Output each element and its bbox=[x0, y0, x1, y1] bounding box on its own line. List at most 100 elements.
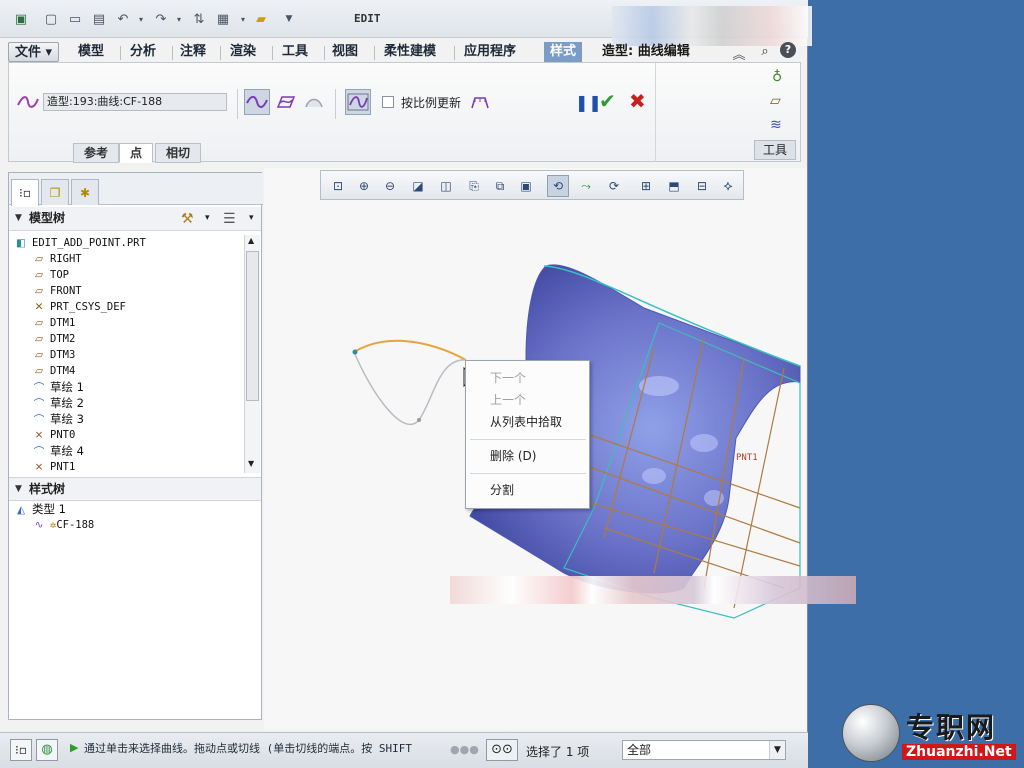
tree-item[interactable]: ⌒ 草绘 4 bbox=[31, 443, 84, 459]
style-tree-type[interactable]: ◭ 类型 1 bbox=[13, 501, 66, 517]
orient-mode-icon[interactable]: ⟳ bbox=[603, 175, 625, 197]
model-tree-header[interactable]: ▼ 模型树 ⚒ ▾ ☰ ▾ bbox=[9, 207, 261, 231]
collapse-triangle-icon[interactable]: ▼ bbox=[15, 207, 22, 230]
curvature-button[interactable] bbox=[467, 89, 493, 115]
folder-browser-tab-icon[interactable]: ❐ bbox=[41, 179, 69, 205]
analysis-tool-icon[interactable]: ♁ bbox=[772, 69, 782, 85]
original-curve-segment[interactable] bbox=[353, 351, 467, 426]
surface-tool-icon[interactable]: ≋ bbox=[770, 117, 782, 133]
collapse-triangle-icon[interactable]: ▼ bbox=[15, 478, 22, 501]
pause-icon[interactable]: ❚❚ bbox=[575, 93, 602, 112]
tree-item[interactable]: ▱ TOP bbox=[31, 267, 69, 283]
free-curve-button[interactable] bbox=[244, 89, 270, 115]
view-manager-icon[interactable]: ⧉ bbox=[489, 175, 511, 197]
tab-style-curve-edit[interactable]: 造型: 曲线编辑 bbox=[596, 42, 696, 62]
customize-toolbar-icon[interactable]: ▼ bbox=[280, 10, 298, 28]
regenerate-icon[interactable]: ⇅ bbox=[190, 10, 208, 28]
menu-item-pick-from-list[interactable]: 从列表中拾取 bbox=[490, 413, 562, 431]
tools-label[interactable]: 工具 bbox=[754, 140, 796, 160]
tab-annotate[interactable]: 注释 bbox=[174, 42, 212, 62]
confirm-check-icon[interactable]: ✔ bbox=[599, 89, 616, 113]
selection-filter-dropdown[interactable]: 全部 ▼ bbox=[622, 740, 786, 760]
curve-control-point[interactable] bbox=[352, 349, 358, 355]
tree-settings-dropdown-icon[interactable]: ▾ bbox=[205, 207, 210, 230]
refit-icon[interactable]: ⊡ bbox=[327, 175, 349, 197]
menu-item-delete[interactable]: 删除 (D) bbox=[490, 447, 536, 465]
undo-icon[interactable]: ↶ bbox=[114, 10, 132, 28]
cancel-x-icon[interactable]: ✖ bbox=[629, 89, 646, 113]
repaint-icon[interactable]: ◪ bbox=[407, 175, 429, 197]
saved-views-icon[interactable]: ⎘ bbox=[463, 175, 485, 197]
tab-view[interactable]: 视图 bbox=[326, 42, 364, 62]
show-navigator-icon[interactable]: ⁝▫ bbox=[10, 739, 32, 761]
save-icon[interactable]: ▤ bbox=[90, 10, 108, 28]
model-tree-scrollbar[interactable]: ▲ ▼ bbox=[244, 235, 260, 473]
edited-curve-segment[interactable] bbox=[353, 339, 467, 361]
open-folder-icon[interactable]: ▭ bbox=[66, 10, 84, 28]
tab-file[interactable]: 文件 ▾ bbox=[8, 42, 60, 62]
tab-tools[interactable]: 工具 bbox=[276, 42, 314, 62]
chevron-down-icon[interactable]: ▼ bbox=[769, 741, 785, 759]
display-style-icon[interactable]: ◫ bbox=[435, 175, 457, 197]
menu-item-next[interactable]: 下一个 bbox=[490, 369, 526, 387]
minimize-ribbon-icon[interactable]: ︽ bbox=[730, 44, 748, 63]
tree-settings-icon[interactable]: ⚒ bbox=[181, 208, 194, 231]
control-point-button[interactable] bbox=[345, 89, 371, 115]
subtab-points[interactable]: 点 bbox=[119, 143, 154, 163]
scroll-down-icon[interactable]: ▼ bbox=[248, 459, 254, 468]
perspective-icon[interactable]: ▣ bbox=[515, 175, 537, 197]
windows-icon[interactable]: ▦ bbox=[214, 10, 232, 28]
tree-columns-dropdown-icon[interactable]: ▾ bbox=[249, 207, 254, 230]
tab-flexible-modeling[interactable]: 柔性建模 bbox=[378, 42, 442, 62]
zoom-out-icon[interactable]: ⊖ bbox=[379, 175, 401, 197]
cos-curve-button[interactable] bbox=[301, 89, 327, 115]
new-file-icon[interactable]: ▢ bbox=[42, 10, 60, 28]
curve-control-point[interactable] bbox=[417, 418, 421, 422]
redo-icon[interactable]: ↷ bbox=[152, 10, 170, 28]
tree-item[interactable]: ▱ DTM4 bbox=[31, 363, 75, 379]
favorites-tab-icon[interactable]: ✱ bbox=[71, 179, 99, 205]
tab-model[interactable]: 模型 bbox=[72, 42, 110, 62]
search-icon[interactable]: ⌕ bbox=[756, 42, 774, 60]
tree-item[interactable]: × PNT0 bbox=[31, 427, 76, 443]
show-browser-icon[interactable]: ◍ bbox=[36, 739, 58, 761]
tree-item[interactable]: ⌒ 草绘 3 bbox=[31, 411, 84, 427]
tab-analysis[interactable]: 分析 bbox=[124, 42, 162, 62]
undo-dropdown-icon[interactable]: ▾ bbox=[132, 10, 150, 28]
scale-update-checkbox[interactable] bbox=[382, 96, 394, 108]
find-binoculars-icon[interactable]: ⊙⊙ bbox=[486, 739, 518, 761]
tree-root-part[interactable]: ◧ EDIT_ADD_POINT.PRT bbox=[13, 235, 146, 251]
active-plane-icon[interactable]: ⬒ bbox=[663, 175, 685, 197]
menu-item-previous[interactable]: 上一个 bbox=[490, 391, 526, 409]
spin-center-icon[interactable]: ⟲ bbox=[547, 175, 569, 197]
grid-display-icon[interactable]: ⊞ bbox=[635, 175, 657, 197]
plane-tool-icon[interactable]: ▱ bbox=[770, 93, 781, 109]
menu-item-split[interactable]: 分割 bbox=[490, 481, 514, 499]
windows-dropdown-icon[interactable]: ▾ bbox=[234, 10, 252, 28]
annotation-display-icon[interactable]: ⤳ bbox=[575, 175, 597, 197]
close-window-icon[interactable]: ▰ bbox=[252, 10, 270, 28]
zoom-in-icon[interactable]: ⊕ bbox=[353, 175, 375, 197]
tree-item[interactable]: ⌒ 草绘 1 bbox=[31, 379, 84, 395]
tree-columns-icon[interactable]: ☰ bbox=[223, 208, 236, 231]
tree-item[interactable]: ✕ PRT_CSYS_DEF bbox=[31, 299, 126, 315]
style-view-icon[interactable]: ⊟ bbox=[691, 175, 713, 197]
tree-item[interactable]: ▱ DTM3 bbox=[31, 347, 75, 363]
tree-item[interactable]: ▱ FRONT bbox=[31, 283, 82, 299]
scrollbar-thumb[interactable] bbox=[246, 251, 259, 401]
subtab-references[interactable]: 参考 bbox=[73, 143, 120, 163]
subtab-tangency[interactable]: 相切 bbox=[155, 143, 202, 163]
tree-item[interactable]: ⌒ 草绘 2 bbox=[31, 395, 84, 411]
style-tree-curve[interactable]: ∿ ✲CF-188 bbox=[31, 517, 95, 533]
tab-style[interactable]: 样式 bbox=[544, 42, 583, 62]
planar-curve-button[interactable] bbox=[272, 89, 298, 115]
scroll-up-icon[interactable]: ▲ bbox=[248, 236, 254, 245]
curve-name-field[interactable]: 造型:193:曲线:CF-188 bbox=[43, 93, 227, 111]
redo-dropdown-icon[interactable]: ▾ bbox=[170, 10, 188, 28]
tree-item[interactable]: ▱ DTM2 bbox=[31, 331, 75, 347]
tree-item[interactable]: × PNT1 bbox=[31, 459, 76, 475]
tab-applications[interactable]: 应用程序 bbox=[458, 42, 522, 62]
style-tree-header[interactable]: ▼ 样式树 bbox=[9, 477, 261, 501]
shade-icon[interactable]: ⯎ bbox=[717, 175, 739, 197]
tree-item[interactable]: ▱ DTM1 bbox=[31, 315, 75, 331]
